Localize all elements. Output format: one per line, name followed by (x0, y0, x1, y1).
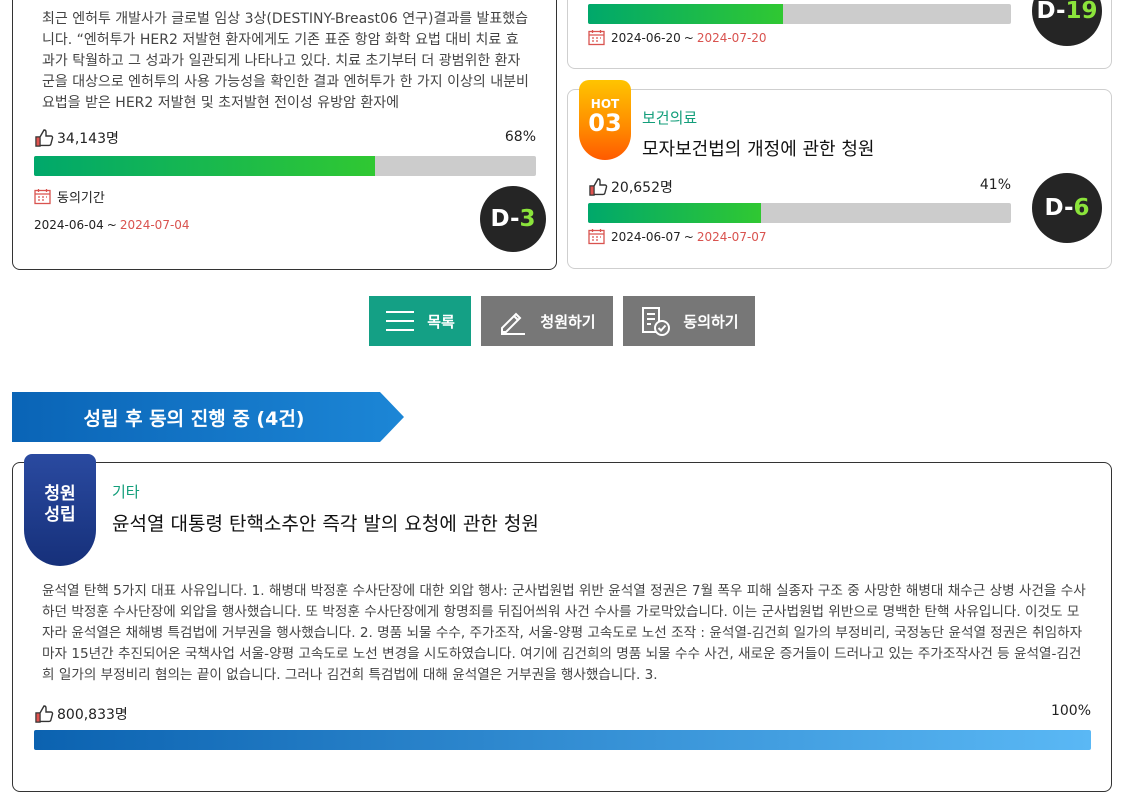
progress-fill (34, 156, 376, 176)
date-range: 2024-06-07 ~ 2024-07-07 (588, 228, 767, 245)
start-date: 2024-06-07 (611, 229, 681, 244)
petition-description: 최근 엔허투 개발사가 글로벌 임상 3상(DESTINY-Breast06 연… (42, 11, 529, 111)
petition-title[interactable]: 윤석열 대통령 탄핵소추안 즉각 발의 요청에 관한 청원 (112, 509, 539, 536)
agree-percent: 100% (1050, 703, 1091, 719)
date-separator: ~ (683, 229, 694, 244)
d-day-badge: D- 6 (1032, 173, 1102, 243)
list-button[interactable]: 목록 (369, 296, 471, 346)
menu-icon (386, 311, 415, 331)
hot-badge: HOT 03 (579, 80, 631, 160)
agree-button[interactable]: 동의하기 (623, 296, 755, 346)
petition-card-2[interactable]: 2024-06-20 ~ 2024-07-20 D- 19 (567, 0, 1112, 69)
end-date: 2024-07-07 (696, 229, 767, 244)
progress-fill (588, 4, 783, 24)
agree-period-text: 동의기간 (57, 191, 105, 206)
d-day-prefix: D- (1036, 0, 1066, 24)
agree-count-value: 34,143명 (57, 131, 119, 147)
end-date: 2024-07-20 (696, 30, 767, 45)
petition-title[interactable]: 모자보건법의 개정에 관한 청원 (642, 135, 874, 161)
progress-fill (34, 730, 1091, 750)
progress-bar (34, 156, 536, 176)
progress-fill (588, 203, 762, 223)
end-date: 2024-07-04 (119, 218, 190, 232)
calendar-icon (34, 189, 51, 205)
pencil-icon (501, 312, 526, 335)
progress-bar (588, 4, 1011, 24)
list-button-label: 목록 (427, 312, 455, 331)
date-separator: ~ (106, 218, 117, 232)
date-separator: ~ (683, 30, 694, 45)
d-day-number: 3 (519, 206, 536, 232)
d-day-badge: D- 19 (1032, 0, 1102, 46)
ribbon-line-1: 청원 (44, 484, 76, 504)
calendar-icon (588, 229, 605, 245)
section-title: 성립 후 동의 진행 중 (4건) (83, 407, 305, 430)
agree-count: 34,143명 (34, 128, 119, 148)
agree-percent: 41% (979, 177, 1011, 193)
agree-percent: 68% (504, 129, 536, 145)
d-day-badge: D- 3 (480, 186, 546, 252)
d-day-prefix: D- (1044, 195, 1074, 221)
date-range: 2024-06-20 ~ 2024-07-20 (588, 29, 767, 46)
petition-established-ribbon: 청원 성립 (24, 454, 96, 566)
calendar-icon (588, 30, 605, 46)
progress-bar (34, 730, 1091, 750)
hot-rank: 03 (588, 109, 622, 137)
agree-count: 20,652명 (588, 177, 673, 197)
d-day-prefix: D- (490, 206, 520, 232)
progress-bar (588, 203, 1011, 223)
agree-count-value: 800,833명 (57, 707, 128, 723)
petition-card-4[interactable]: 기타 윤석열 대통령 탄핵소추안 즉각 발의 요청에 관한 청원 윤석열 탄핵 … (12, 462, 1112, 792)
ribbon-line-2: 성립 (44, 505, 76, 525)
thumbs-up-icon (589, 178, 608, 196)
hot-label: HOT (590, 97, 620, 111)
petition-description: 윤석열 탄핵 5가지 대표 사유입니다. 1. 해병대 박정훈 수사단장에 대한… (42, 583, 1086, 683)
document-check-icon (642, 307, 671, 336)
agree-period-label: 동의기간 (34, 187, 105, 206)
petition-card-1[interactable]: 최근 엔허투 개발사가 글로벌 임상 3상(DESTINY-Breast06 연… (12, 0, 557, 270)
start-date: 2024-06-20 (611, 30, 681, 45)
thumbs-up-icon (35, 705, 54, 723)
petition-button-label: 청원하기 (540, 312, 596, 331)
d-day-number: 19 (1065, 0, 1098, 24)
date-range: 2024-06-04 ~ 2024-07-04 (34, 218, 190, 232)
petition-button[interactable]: 청원하기 (481, 296, 613, 346)
agree-button-label: 동의하기 (683, 312, 739, 331)
start-date: 2024-06-04 (34, 218, 104, 232)
petition-category: 기타 (112, 483, 140, 501)
petition-category: 보건의료 (642, 109, 698, 127)
petition-card-3[interactable]: HOT 03 보건의료 모자보건법의 개정에 관한 청원 20,652명 41%… (567, 80, 1112, 269)
thumbs-up-icon (35, 129, 54, 147)
d-day-number: 6 (1073, 195, 1090, 221)
agree-count: 800,833명 (34, 704, 128, 724)
agree-count-value: 20,652명 (611, 180, 673, 196)
